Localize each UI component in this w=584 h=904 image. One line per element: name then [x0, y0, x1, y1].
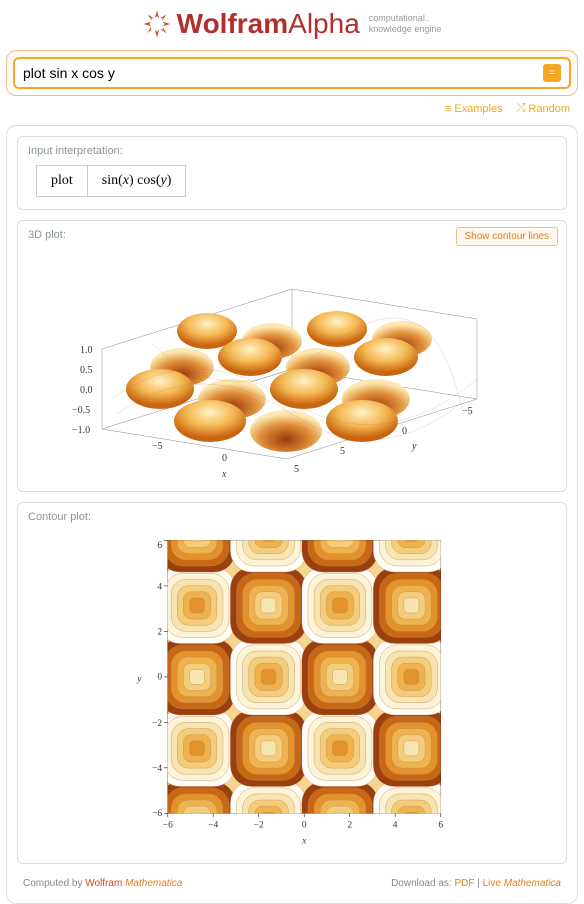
plot-contour: −6 −4 −2 0 2 4 6 x −6 −4 −2 0 2 4: [28, 531, 556, 851]
list-icon: ≡: [445, 103, 451, 115]
x-tick: −4: [208, 820, 218, 830]
y-tick: −4: [152, 764, 162, 774]
y-tick: 0: [157, 673, 162, 683]
x-label: x: [221, 469, 227, 479]
x-tick: −6: [163, 820, 173, 830]
y-tick: −6: [152, 809, 162, 819]
y-tick: 5: [340, 446, 345, 457]
x-tick: 0: [302, 820, 307, 830]
x-tick: 0: [222, 453, 227, 464]
equals-icon: =: [549, 67, 555, 79]
z-tick: 1.0: [80, 345, 93, 356]
examples-link[interactable]: ≡ Examples: [445, 102, 503, 115]
z-tick: −0.5: [72, 405, 90, 416]
search-button[interactable]: =: [543, 64, 561, 82]
y-tick: 4: [157, 582, 162, 592]
wolfram-mathematica-link[interactable]: Wolfram Mathematica: [85, 878, 182, 889]
pod-title: Input interpretation:: [28, 145, 556, 157]
show-contour-lines-button[interactable]: Show contour lines: [456, 227, 559, 246]
search-box: =: [13, 57, 571, 89]
pod-3d-plot: 3D plot: Show contour lines 1.0 0.5 0.0 …: [17, 220, 567, 492]
x-tick: 5: [294, 464, 299, 475]
sub-links: ≡ Examples ⤮ Random: [0, 96, 584, 115]
y-tick: −5: [462, 406, 473, 417]
z-tick: −1.0: [72, 425, 90, 436]
header: WolframAlpha computational.. knowledge e…: [0, 0, 584, 50]
plot-3d-surface: 1.0 0.5 0.0 −0.5 −1.0 −5 0 5 x −5 0 5 y: [28, 249, 556, 479]
x-label: x: [301, 836, 307, 846]
results-container: Input interpretation: plot sin(x) cos(y)…: [6, 125, 578, 904]
x-tick: 4: [393, 820, 398, 830]
random-link[interactable]: ⤮ Random: [517, 102, 570, 115]
y-tick: −2: [152, 719, 162, 729]
computed-by: Computed by Wolfram Mathematica: [23, 878, 182, 889]
x-tick: 6: [438, 820, 443, 830]
wolfram-logo-icon: [143, 10, 171, 38]
y-label: y: [411, 441, 417, 452]
x-tick: −2: [254, 820, 264, 830]
pod-input-interpretation: Input interpretation: plot sin(x) cos(y): [17, 136, 567, 210]
y-tick: 2: [157, 628, 162, 638]
interp-cell: plot: [36, 165, 88, 197]
pod-contour-plot: Contour plot: −6 −4 −2 0 2 4 6 x: [17, 502, 567, 864]
interp-cell: sin(x) cos(y): [88, 165, 187, 197]
y-label: y: [136, 675, 142, 685]
pod-title: Contour plot:: [28, 511, 556, 523]
surface-bumps: [112, 311, 477, 452]
contour-axes: −6 −4 −2 0 2 4 6 x −6 −4 −2 0 2 4: [136, 531, 449, 851]
brand-text: WolframAlpha: [177, 8, 360, 40]
x-tick: 2: [347, 820, 352, 830]
y-tick: 6: [157, 541, 162, 551]
x-tick: −5: [152, 441, 163, 452]
contour-cells: [159, 531, 450, 851]
download-as: Download as: PDF | Live Mathematica: [391, 878, 561, 889]
shuffle-icon: ⤮: [517, 102, 526, 115]
search-container: =: [6, 50, 578, 96]
results-footer: Computed by Wolfram Mathematica Download…: [17, 874, 567, 893]
y-tick: 0: [402, 426, 407, 437]
tagline: computational.. knowledge engine: [369, 13, 442, 35]
interpretation-row: plot sin(x) cos(y): [36, 165, 556, 197]
search-input[interactable]: [23, 65, 543, 81]
z-tick: 0.5: [80, 365, 93, 376]
z-tick: 0.0: [80, 385, 93, 396]
download-pdf-link[interactable]: PDF: [454, 878, 474, 889]
download-live-link[interactable]: Live Mathematica: [483, 878, 561, 889]
